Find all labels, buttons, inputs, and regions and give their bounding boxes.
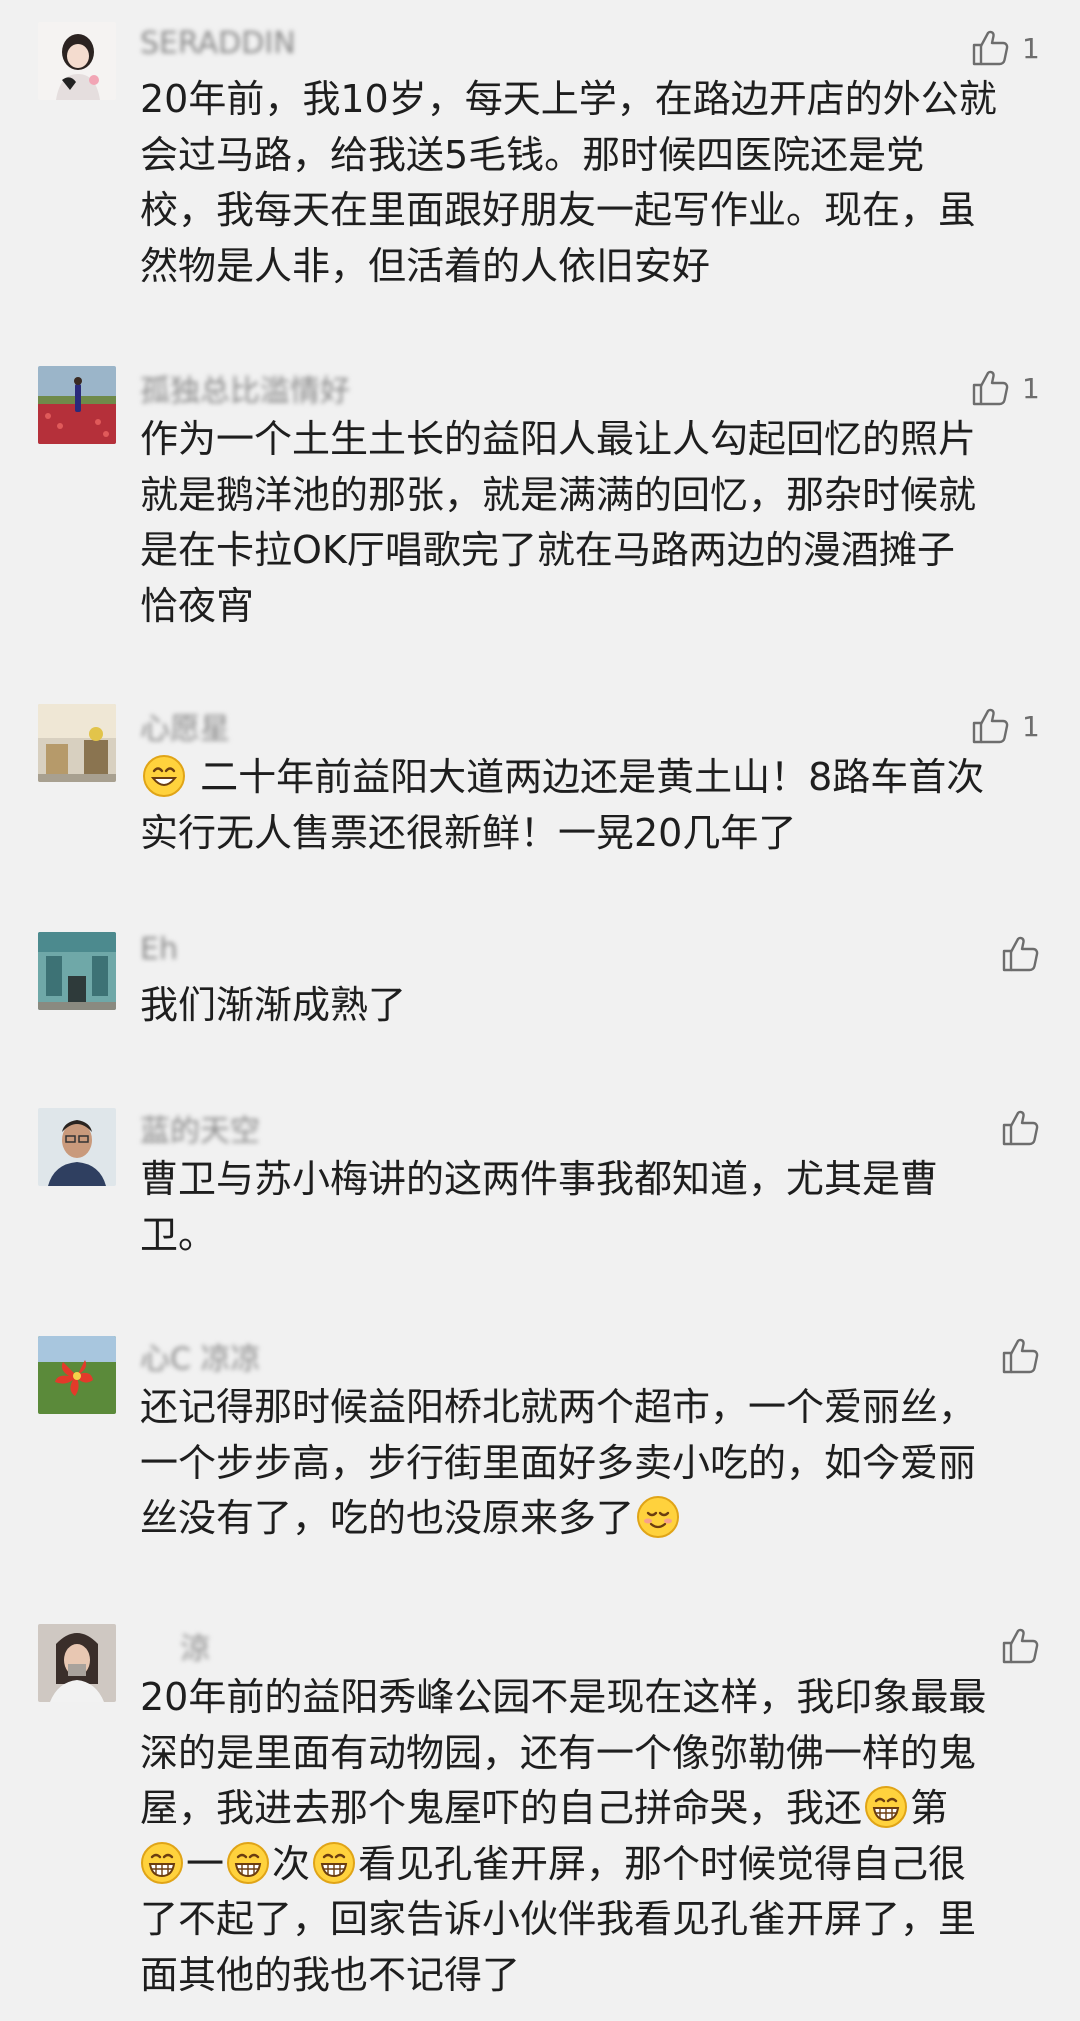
- nickname[interactable]: 涼: [180, 1624, 210, 1667]
- nickname[interactable]: 心愿星: [140, 704, 230, 747]
- grinning-face-emoji: [140, 1841, 184, 1885]
- blushing-face-emoji: [636, 1495, 680, 1539]
- comment-line-text: 看见孔雀开屏，那个时候觉得自己很: [358, 1841, 967, 1886]
- comment-text: 二十年前益阳大道两边还是黄土山！8路车首次 实行无人售票还很新鲜！一晃20几年了: [140, 750, 1040, 861]
- thumbs-up-icon: [1000, 1108, 1040, 1148]
- comment-line: 曹卫与苏小梅讲的这两件事我都知道，尤其是曹: [140, 1157, 939, 1201]
- comment-line-text: 一: [186, 1841, 225, 1886]
- grinning-face-emoji: [312, 1841, 356, 1885]
- comment-line-text: 第: [910, 1786, 949, 1830]
- comment-text: 曹卫与苏小梅讲的这两件事我都知道，尤其是曹 卫。: [140, 1152, 1040, 1263]
- thumbs-up-icon: [1000, 1336, 1040, 1376]
- comment-line: 了不起了，回家告诉小伙伴我看见孔雀开屏了，里: [140, 1897, 977, 1941]
- thumbs-up-icon: [1000, 1626, 1040, 1666]
- comment-line: 校，我每天在里面跟好朋友一起写作业。现在，虽: [140, 188, 977, 232]
- comment-text: 20年前，我10岁，每天上学，在路边开店的外公就 会过马路，给我送5毛钱。那时候…: [140, 72, 1040, 294]
- comment-text: 作为一个土生土长的益阳人最让人勾起回忆的照片 就是鹅洋池的那张，就是满满的回忆，…: [140, 412, 1040, 634]
- thumbs-up-icon: [970, 706, 1010, 746]
- avatar[interactable]: [38, 1624, 116, 1702]
- nickname[interactable]: 孤独总比滥情好: [140, 366, 350, 409]
- comment-text: 我们渐渐成熟了: [140, 978, 1040, 1034]
- comment-line: 是在卡拉OK厅唱歌完了就在马路两边的漫酒摊子: [140, 528, 955, 572]
- grinning-face-emoji: [864, 1785, 908, 1829]
- like-count: 1: [1022, 371, 1040, 405]
- comment-line: 屋，我进去那个鬼屋吓的自己拼命哭，我还 第: [140, 1781, 1040, 1837]
- comment-line: 深的是里面有动物园，还有一个像弥勒佛一样的鬼: [140, 1730, 977, 1775]
- comment-line: 作为一个土生土长的益阳人最让人勾起回忆的照片: [140, 417, 977, 461]
- comment-line: 还记得那时候益阳桥北就两个超市，一个爱丽丝，: [140, 1385, 977, 1429]
- avatar[interactable]: [38, 932, 116, 1010]
- avatar[interactable]: [38, 1336, 116, 1414]
- nickname[interactable]: SERADDIN: [140, 26, 296, 62]
- comment-line-text: 屋，我进去那个鬼屋吓的自己拼命哭，我还: [140, 1786, 863, 1830]
- like-button[interactable]: 1: [970, 26, 1040, 70]
- comment-line: 实行无人售票还很新鲜！一晃20几年了: [140, 810, 797, 855]
- comment-line: 一 次 看见孔雀开屏，那个时候觉得自己很: [140, 1837, 1040, 1893]
- comment-line-text: 次: [272, 1841, 311, 1886]
- like-count: 1: [1022, 709, 1040, 743]
- avatar[interactable]: [38, 22, 116, 100]
- comment-line: 我们渐渐成熟了: [140, 983, 407, 1027]
- comment-line: 20年前的益阳秀峰公园不是现在这样，我印象最最: [140, 1675, 987, 1719]
- comment-line: 丝没有了，吃的也没原来多了: [140, 1491, 1040, 1547]
- smiling-face-emoji: [142, 754, 186, 798]
- thumbs-up-icon: [1000, 934, 1040, 974]
- thumbs-up-icon: [970, 28, 1010, 68]
- avatar[interactable]: [38, 1108, 116, 1186]
- comment-line-text: 二十年前益阳大道两边还是黄土山！8路车首次: [200, 755, 985, 799]
- avatar[interactable]: [38, 366, 116, 444]
- comment-text: 还记得那时候益阳桥北就两个超市，一个爱丽丝， 一个步步高，步行街里面好多卖小吃的…: [140, 1380, 1040, 1547]
- like-button[interactable]: 1: [970, 366, 1040, 410]
- like-button[interactable]: [1000, 1106, 1040, 1150]
- comment-line: 就是鹅洋池的那张，就是满满的回忆，那杂时候就: [140, 472, 977, 517]
- comment-line: 卫。: [140, 1212, 217, 1257]
- comment-line-text: 丝没有了，吃的也没原来多了: [140, 1496, 635, 1540]
- nickname[interactable]: Eh: [140, 932, 178, 968]
- grinning-face-emoji: [226, 1841, 270, 1885]
- comment-line: 会过马路，给我送5毛钱。那时候四医院还是党: [140, 132, 925, 177]
- comment-line: 然物是人非，但活着的人依旧安好: [140, 243, 711, 288]
- comment-line: 二十年前益阳大道两边还是黄土山！8路车首次: [140, 750, 1040, 806]
- comment-line: 一个步步高，步行街里面好多卖小吃的，如今爱丽: [140, 1440, 977, 1485]
- comment-text: 20年前的益阳秀峰公园不是现在这样，我印象最最 深的是里面有动物园，还有一个像弥…: [140, 1670, 1040, 2003]
- comment-line: 恰夜宵: [140, 583, 255, 628]
- nickname[interactable]: 心C 凉凉: [140, 1334, 260, 1377]
- like-button[interactable]: [1000, 1334, 1040, 1378]
- nickname[interactable]: 蓝的天空: [140, 1106, 260, 1149]
- like-button[interactable]: [1000, 932, 1040, 976]
- like-button[interactable]: [1000, 1624, 1040, 1668]
- comment-line: 面其他的我也不记得了: [140, 1952, 521, 1997]
- avatar[interactable]: [38, 704, 116, 782]
- comment-line: 20年前，我10岁，每天上学，在路边开店的外公就: [140, 77, 997, 121]
- like-count: 1: [1022, 31, 1040, 65]
- like-button[interactable]: 1: [970, 704, 1040, 748]
- thumbs-up-icon: [970, 368, 1010, 408]
